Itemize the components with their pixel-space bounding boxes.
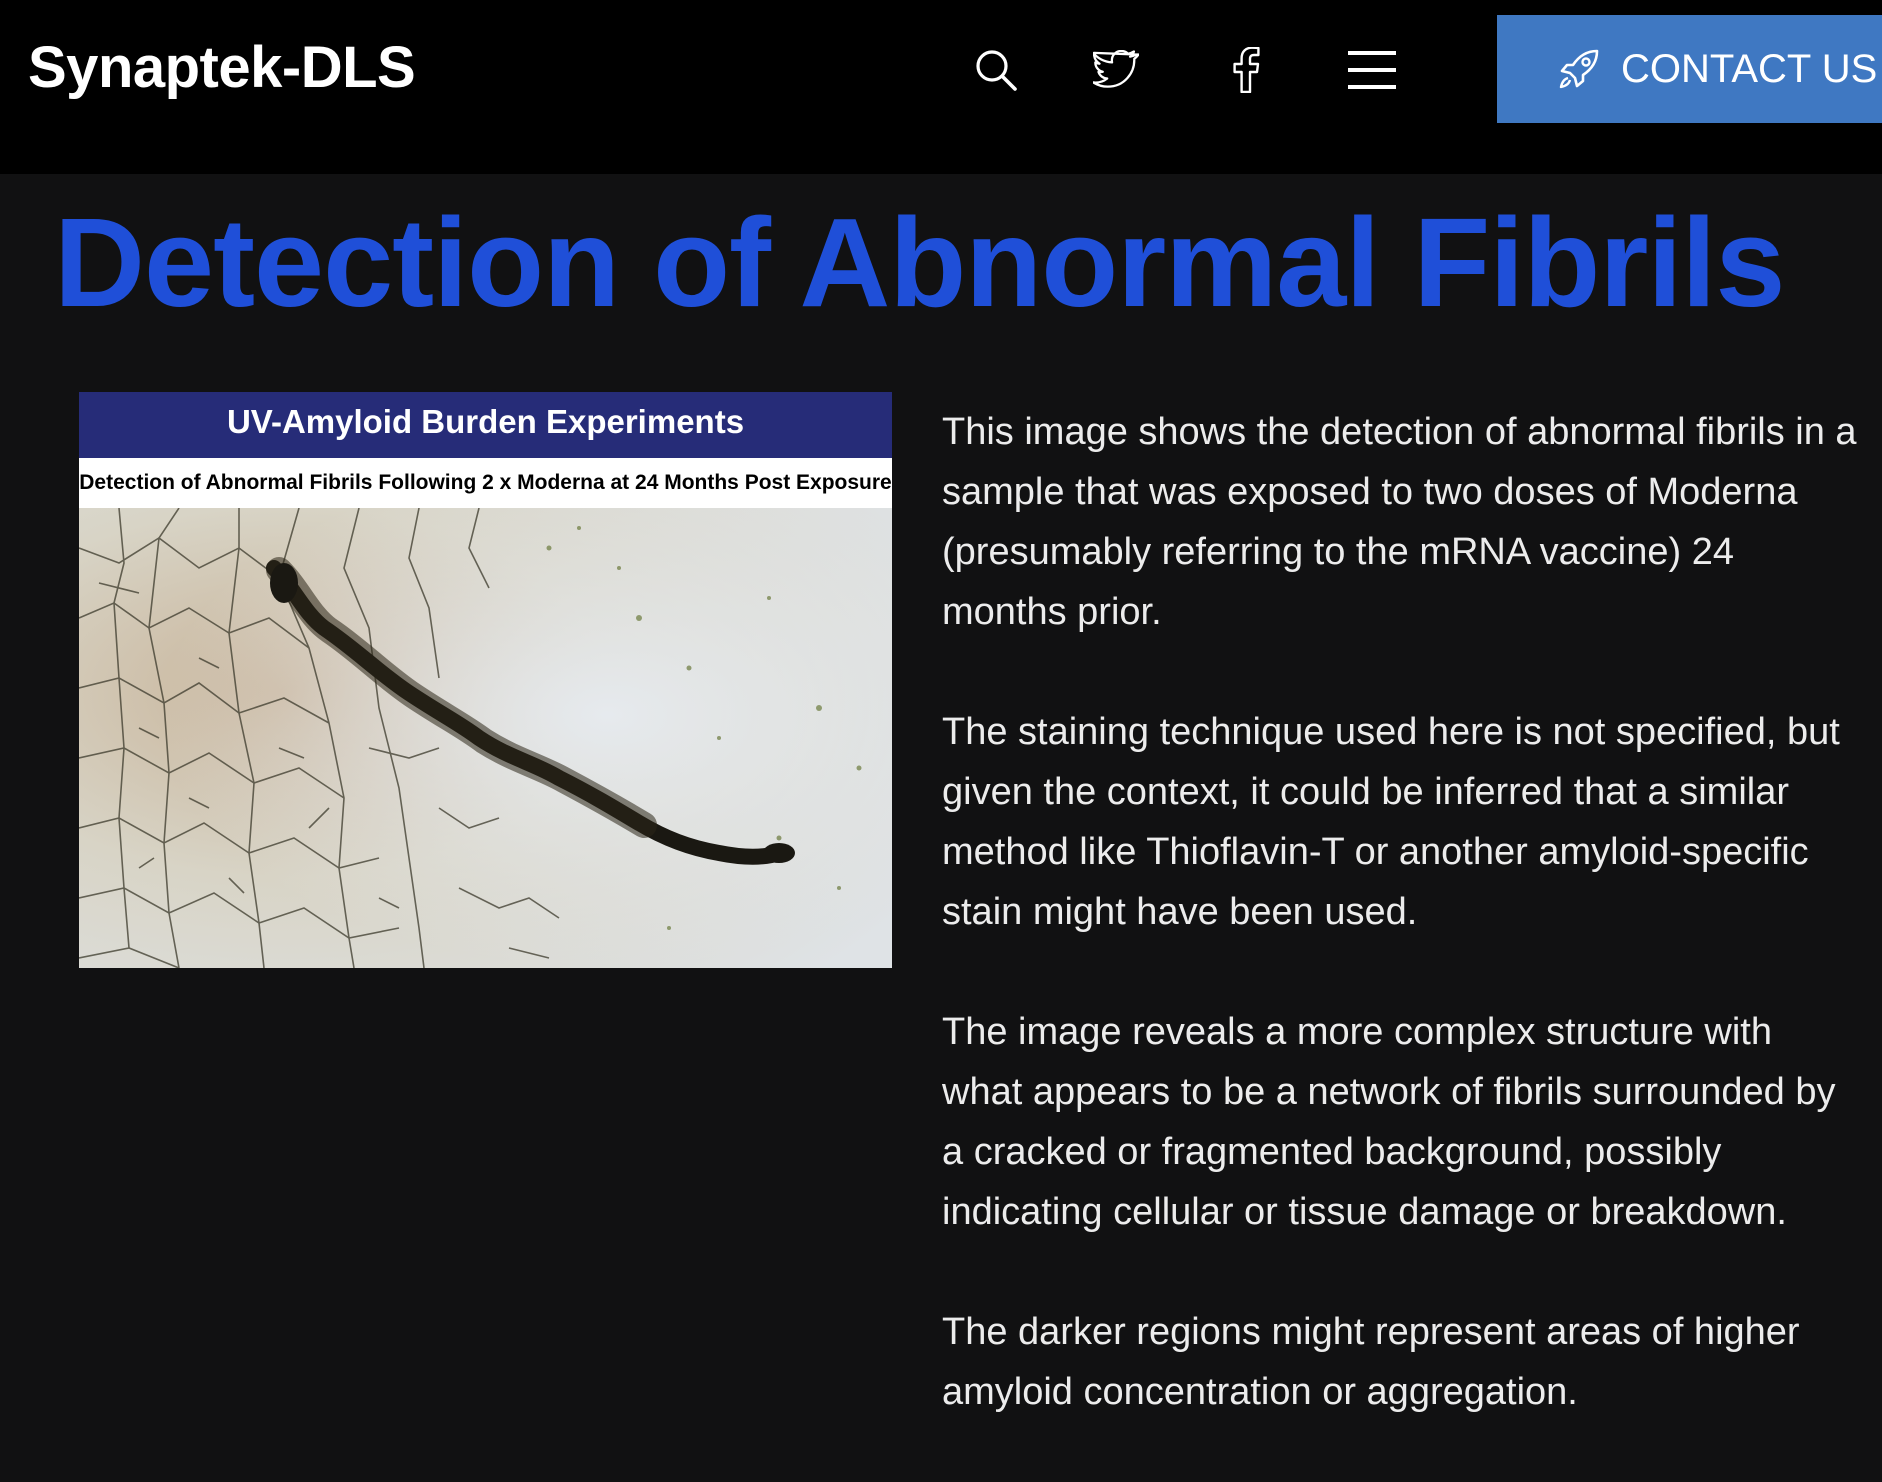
figure-caption: Detection of Abnormal Fibrils Following … — [79, 458, 892, 508]
article-body: This image shows the detection of abnorm… — [942, 402, 1862, 1482]
paragraph-4: The darker regions might represent areas… — [942, 1311, 1800, 1413]
site-brand[interactable]: Synaptek-DLS — [28, 34, 416, 102]
paragraph-1: This image shows the detection of abnorm… — [942, 411, 1857, 633]
figure-banner: UV-Amyloid Burden Experiments — [79, 392, 892, 458]
paragraph-3: The image reveals a more complex structu… — [942, 1011, 1836, 1233]
contact-us-button[interactable]: CONTACT US — [1497, 15, 1882, 123]
paragraph-2: The staining technique used here is not … — [942, 711, 1840, 933]
search-icon[interactable] — [966, 40, 1026, 100]
menu-icon[interactable] — [1342, 40, 1402, 100]
facebook-icon[interactable] — [1216, 40, 1276, 100]
article-figure: UV-Amyloid Burden Experiments Detection … — [79, 392, 892, 968]
twitter-icon[interactable] — [1086, 40, 1146, 100]
page-title: Detection of Abnormal Fibrils — [54, 192, 1785, 333]
rocket-icon — [1557, 47, 1601, 91]
micrograph-image — [79, 508, 892, 968]
site-header: Synaptek-DLS CONTACT US — [0, 0, 1882, 174]
contact-us-label: CONTACT US — [1621, 47, 1878, 91]
